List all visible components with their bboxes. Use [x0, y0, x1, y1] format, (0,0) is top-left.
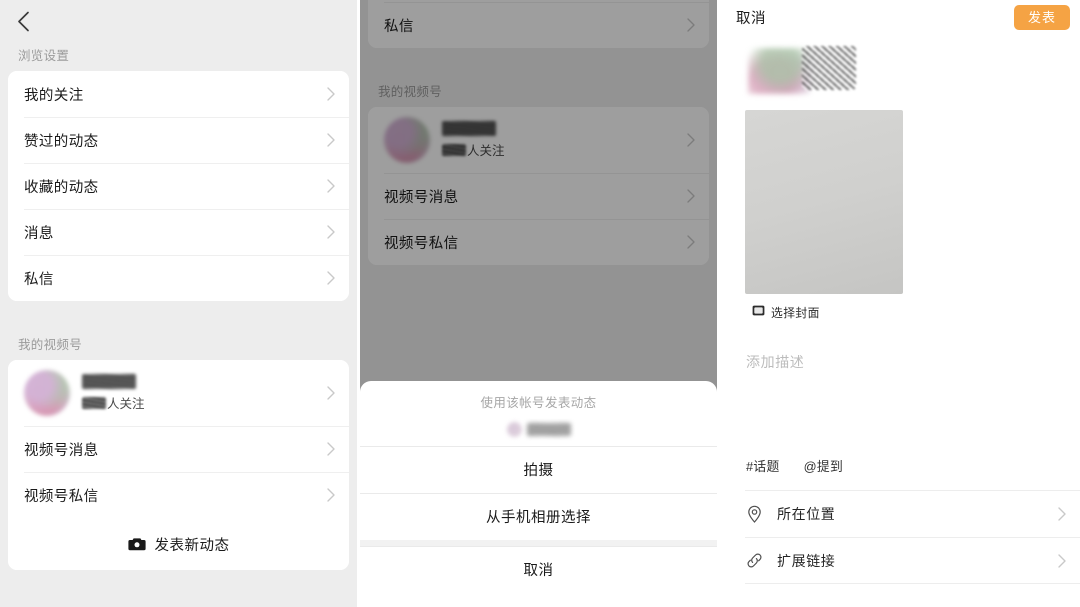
composer-options-list: 所在位置 扩展链接: [720, 490, 1080, 584]
post-new-label: 发表新动态: [154, 537, 230, 554]
background-list: 我的关注 赞过的动态 收藏的动态: [360, 0, 717, 265]
panel-browse-settings: 浏览设置 我的关注 赞过的动态 收藏的动态 消息 私信 我的视频号 人关注 视频…: [0, 0, 357, 607]
channel-account-row[interactable]: 人关注: [8, 360, 349, 426]
redacted-scribble: [748, 44, 868, 100]
account-info: 人关注: [82, 374, 145, 412]
sidebar-item-liked-posts[interactable]: 赞过的动态: [8, 117, 349, 163]
chevron-right-icon: [687, 189, 695, 203]
account-info: 人关注: [442, 121, 505, 159]
chevron-right-icon: [327, 488, 335, 502]
chevron-right-icon: [327, 442, 335, 456]
account-avatar-redacted: [506, 421, 522, 437]
sidebar-item-channel-messages-bg[interactable]: 视频号消息: [368, 173, 709, 219]
action-sheet-account: [360, 412, 717, 446]
screenshot-root: 浏览设置 我的关注 赞过的动态 收藏的动态 消息 私信 我的视频号 人关注 视频…: [0, 0, 1080, 607]
chevron-right-icon: [687, 18, 695, 32]
row-label: 视频号私信: [24, 488, 99, 505]
chevron-right-icon: [327, 386, 335, 400]
row-label: 视频号消息: [24, 442, 99, 459]
sidebar-item-favorited-posts[interactable]: 收藏的动态: [8, 163, 349, 209]
row-label: 赞过的动态: [24, 133, 99, 150]
chevron-right-icon: [687, 133, 695, 147]
action-sheet-option-album[interactable]: 从手机相册选择: [360, 493, 717, 540]
sidebar-item-channel-private-messages-bg[interactable]: 视频号私信: [368, 219, 709, 265]
chevron-right-icon: [327, 133, 335, 147]
row-label: 消息: [24, 225, 54, 242]
chevron-right-icon: [1058, 553, 1066, 568]
browse-settings-card-bg: 我的关注 赞过的动态 收藏的动态: [368, 0, 709, 48]
account-name-redacted: [442, 121, 496, 136]
browse-settings-label: 浏览设置: [18, 49, 70, 63]
sidebar-item-messages[interactable]: 消息: [8, 209, 349, 255]
my-channel-label: 我的视频号: [18, 338, 83, 352]
avatar: [384, 117, 430, 163]
action-sheet-title: 使用该帐号发表动态: [480, 396, 597, 410]
topic-tag-button[interactable]: #话题: [746, 456, 780, 475]
sidebar-item-my-follows[interactable]: 我的关注: [8, 71, 349, 117]
media-thumbnail: [745, 110, 903, 294]
description-input[interactable]: 添加描述: [746, 352, 804, 372]
follower-count-redacted: [442, 143, 466, 156]
row-label: 私信: [384, 18, 414, 35]
select-cover-label: 选择封面: [771, 305, 820, 320]
sidebar-item-channel-messages[interactable]: 视频号消息: [8, 426, 349, 472]
row-label: 视频号消息: [384, 189, 459, 206]
composer-header: 取消 发表: [720, 0, 1080, 34]
composer-option-label: 所在位置: [777, 505, 836, 522]
chevron-right-icon: [327, 87, 335, 101]
scribble-color-blob: [748, 48, 810, 94]
follower-count-line: 人关注: [82, 393, 145, 412]
action-sheet-cancel-button[interactable]: 取消: [360, 546, 717, 593]
row-label: 收藏的动态: [24, 179, 99, 196]
row-label: 私信: [24, 271, 54, 288]
select-cover-button[interactable]: 选择封面: [752, 303, 820, 321]
account-name-redacted: [82, 374, 136, 389]
follower-suffix: 人关注: [107, 397, 145, 411]
channel-account-row-bg[interactable]: 人关注: [368, 107, 709, 173]
image-icon: [752, 303, 765, 321]
link-icon: [745, 552, 763, 569]
tag-row: #话题 @提到: [746, 456, 843, 475]
follower-count-redacted: [82, 396, 106, 409]
chevron-right-icon: [327, 225, 335, 239]
composer-option-link[interactable]: 扩展链接: [720, 537, 1080, 584]
mention-tag-button[interactable]: @提到: [804, 456, 843, 475]
browse-settings-card: 我的关注 赞过的动态 收藏的动态 消息 私信: [8, 71, 349, 301]
account-name-redacted: [526, 422, 571, 436]
location-pin-icon: [745, 505, 763, 523]
action-sheet-option-shoot[interactable]: 拍摄: [360, 446, 717, 493]
my-channel-label-bg: 我的视频号: [378, 85, 443, 99]
composer-cancel-button[interactable]: 取消: [736, 7, 766, 28]
chevron-right-icon: [1058, 506, 1066, 521]
follower-count-line: 人关注: [442, 140, 505, 159]
chevron-right-icon: [327, 179, 335, 193]
panel-action-sheet: 我的关注 赞过的动态 收藏的动态: [360, 0, 717, 607]
row-label: 视频号私信: [384, 235, 459, 252]
post-action-sheet: 使用该帐号发表动态 拍摄 从手机相册选择 取消: [360, 381, 717, 607]
my-channel-card-bg: 人关注 视频号消息 视频号私信: [368, 107, 709, 265]
chevron-right-icon: [327, 271, 335, 285]
panel-post-composer: 取消 发表 选择封面 添加描述 #话题 @提到 所在位置 扩展链接: [720, 0, 1080, 607]
sidebar-item-private-messages-bg[interactable]: 私信: [368, 2, 709, 48]
my-channel-card: 人关注 视频号消息 视频号私信 发表新动态: [8, 360, 349, 570]
follower-suffix: 人关注: [467, 144, 505, 158]
scribble-hatch-blob: [802, 46, 856, 90]
media-preview[interactable]: [745, 110, 905, 296]
back-button[interactable]: [10, 8, 36, 34]
sidebar-item-channel-private-messages[interactable]: 视频号私信: [8, 472, 349, 518]
chevron-right-icon: [687, 235, 695, 249]
publish-button[interactable]: 发表: [1013, 4, 1070, 30]
composer-option-label: 扩展链接: [777, 552, 836, 569]
post-new-moment-button[interactable]: 发表新动态: [8, 518, 349, 570]
camera-icon: [127, 537, 146, 551]
row-label: 我的关注: [24, 87, 84, 104]
composer-option-location[interactable]: 所在位置: [720, 490, 1080, 537]
sidebar-item-private-messages[interactable]: 私信: [8, 255, 349, 301]
avatar: [24, 370, 70, 416]
chevron-left-icon: [17, 11, 30, 32]
